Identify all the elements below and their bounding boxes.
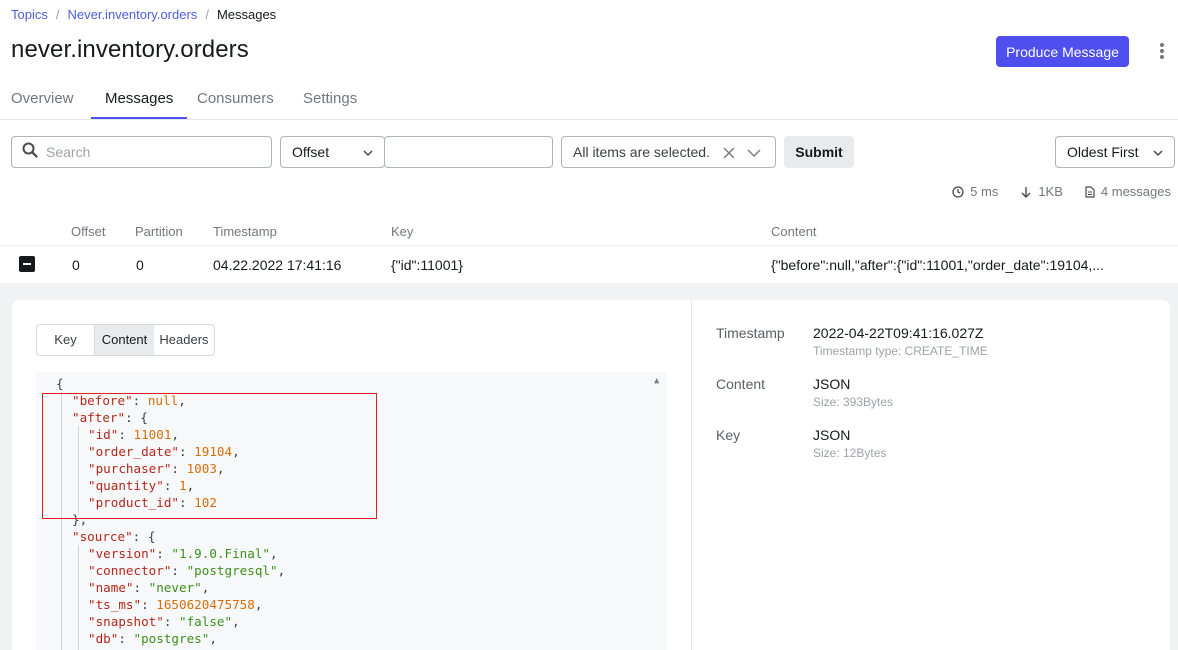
bytes-consumed: 1KB — [1038, 184, 1063, 199]
breadcrumb-separator: / — [205, 7, 209, 22]
message-details-card: Key Content Headers ▲ { "before": null, … — [12, 300, 1170, 650]
breadcrumb: Topics / Never.inventory.orders / Messag… — [11, 7, 276, 22]
produce-message-button[interactable]: Produce Message — [996, 36, 1129, 67]
breadcrumb-topics-link[interactable]: Topics — [11, 7, 48, 22]
content-view-toggle: Key Content Headers — [36, 324, 215, 356]
breadcrumb-current: Messages — [216, 7, 277, 22]
content-label: Content — [716, 376, 766, 392]
arrow-down-icon — [1021, 186, 1031, 198]
json-line: "snapshot": "false", — [88, 614, 240, 629]
offset-input[interactable] — [384, 136, 553, 168]
seek-type-value: Offset — [292, 144, 330, 160]
table-row[interactable]: 0 0 04.22.2022 17:41:16 {"id":11001} {"b… — [0, 247, 1178, 283]
tab-consumers[interactable]: Consumers — [197, 90, 274, 107]
more-vertical-icon[interactable] — [1154, 40, 1170, 62]
toggle-headers[interactable]: Headers — [154, 325, 214, 355]
toggle-key[interactable]: Key — [37, 325, 94, 355]
breadcrumb-topic-link[interactable]: Never.inventory.orders — [67, 7, 197, 22]
timestamp-label: Timestamp — [716, 325, 785, 341]
indent-guide — [78, 545, 79, 650]
messages-stat: 4 messages — [1085, 184, 1171, 199]
cell-content: {"before":null,"after":{"id":11001,"orde… — [771, 257, 1104, 273]
json-line: "source": { — [72, 529, 156, 544]
column-header[interactable]: Timestamp — [213, 224, 277, 239]
partitions-select[interactable]: All items are selected. — [561, 136, 776, 168]
column-header[interactable]: Key — [391, 224, 413, 239]
message-stats: 5 ms 1KB 4 messages — [952, 184, 1171, 199]
column-header[interactable]: Partition — [135, 224, 183, 239]
tab-settings[interactable]: Settings — [303, 90, 357, 107]
cell-key: {"id":11001} — [391, 257, 463, 273]
tab-messages[interactable]: Messages — [105, 90, 173, 107]
chevron-down-icon — [747, 149, 761, 158]
collapse-icon[interactable] — [19, 256, 35, 272]
key-label: Key — [716, 427, 741, 443]
document-icon — [1085, 185, 1095, 198]
search-input[interactable] — [46, 144, 246, 160]
json-line: "version": "1.9.0.Final", — [88, 546, 278, 561]
submit-button[interactable]: Submit — [784, 136, 854, 168]
json-line: "name": "never", — [88, 580, 210, 595]
timestamp-value: 2022-04-22T09:41:16.027Z — [813, 325, 984, 341]
clock-icon — [952, 185, 964, 198]
scroll-up-icon[interactable]: ▲ — [654, 376, 659, 386]
highlight-box — [42, 393, 377, 519]
cell-offset: 0 — [72, 257, 80, 273]
toggle-content[interactable]: Content — [94, 325, 154, 355]
panel-divider — [691, 300, 692, 650]
content-format: JSON — [813, 376, 851, 392]
chevron-down-icon — [1153, 150, 1163, 157]
clear-icon[interactable] — [722, 146, 736, 160]
elapsed-time: 5 ms — [970, 184, 999, 199]
json-line: "ts_ms": 1650620475758, — [88, 597, 263, 612]
messages-table-header: Offset Partition Timestamp Key Content — [0, 224, 1178, 246]
cell-timestamp: 04.22.2022 17:41:16 — [213, 257, 342, 273]
size-stat: 1KB — [1020, 184, 1063, 199]
search-field[interactable] — [11, 136, 272, 168]
search-icon — [22, 142, 38, 163]
column-header[interactable]: Offset — [71, 224, 105, 239]
json-line: "db": "postgres", — [88, 631, 217, 646]
tab-overview[interactable]: Overview — [11, 90, 74, 107]
json-line: "connector": "postgresql", — [88, 563, 286, 578]
content-size: Size: 393Bytes — [813, 395, 894, 409]
cell-partition: 0 — [136, 257, 144, 273]
messages-count: 4 messages — [1100, 184, 1171, 199]
chevron-down-icon — [363, 150, 373, 157]
active-tab-indicator — [91, 117, 187, 119]
page-title: never.inventory.orders — [11, 36, 249, 63]
key-format: JSON — [813, 427, 851, 443]
timestamp-type: Timestamp type: CREATE_TIME — [813, 344, 988, 358]
sort-select[interactable]: Oldest First — [1055, 136, 1175, 168]
message-details-panel: Key Content Headers ▲ { "before": null, … — [0, 283, 1178, 650]
elapsed-stat: 5 ms — [952, 184, 998, 199]
column-header[interactable]: Content — [771, 224, 817, 239]
key-size: Size: 12Bytes — [813, 446, 887, 460]
seek-type-select[interactable]: Offset — [280, 136, 385, 168]
topic-tabs: Overview Messages Consumers Settings — [0, 80, 1178, 120]
json-line: { — [56, 376, 64, 391]
breadcrumb-separator: / — [55, 7, 60, 22]
message-filters: Offset All items are selected. Submit Ol… — [0, 136, 1178, 168]
partitions-value: All items are selected. — [573, 144, 710, 160]
sort-value: Oldest First — [1067, 144, 1139, 160]
